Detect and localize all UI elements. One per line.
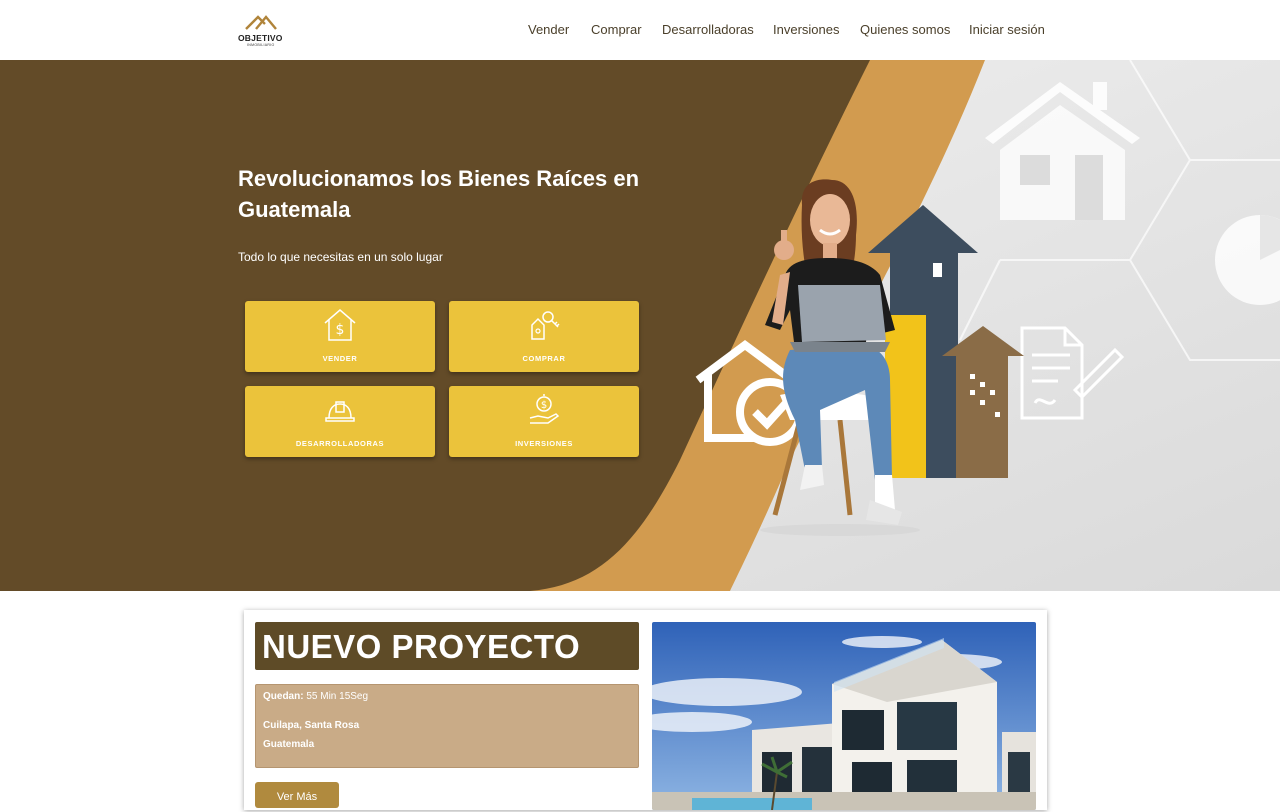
nav-item-comprar[interactable]: Comprar	[591, 22, 642, 37]
card-comprar[interactable]: COMPRAR	[449, 301, 639, 372]
house-check-icon	[695, 340, 804, 446]
nav-item-inversiones[interactable]: Inversiones	[773, 22, 839, 37]
card-label: VENDER	[322, 354, 358, 363]
card-label: COMPRAR	[522, 354, 566, 363]
svg-text:$: $	[336, 322, 345, 338]
document-sign-icon	[1020, 326, 1125, 420]
nav-item-desarrolladoras[interactable]: Desarrolladoras	[662, 22, 754, 37]
card-desarrolladoras[interactable]: DESARROLLADORAS	[245, 386, 435, 457]
project-info-box: Quedan: 55 Min 15Seg Cuilapa, Santa Rosa…	[255, 684, 639, 768]
house-dollar-icon: $	[324, 309, 356, 341]
hero-title: Revolucionamos los Bienes Raíces en Guat…	[238, 166, 640, 222]
card-vender[interactable]: $ VENDER	[245, 301, 435, 372]
svg-text:$: $	[541, 400, 547, 411]
site-header: OBJETIVO INMOBILIARIO Vender Comprar Des…	[0, 0, 1280, 60]
house-key-icon	[531, 311, 560, 340]
countdown-row: Quedan: 55 Min 15Seg	[263, 691, 368, 702]
project-title-box: NUEVO PROYECTO	[255, 622, 639, 670]
nav-item-iniciar-sesion[interactable]: Iniciar sesión	[969, 22, 1045, 37]
modern-house-photo	[652, 622, 1036, 810]
nav-item-vender[interactable]: Vender	[528, 22, 569, 37]
card-label: DESARROLLADORAS	[295, 439, 385, 448]
project-photo	[652, 622, 1036, 810]
nav-item-quienes-somos[interactable]: Quienes somos	[860, 22, 950, 37]
hero-subtitle: Todo lo que necesitas en un solo lugar	[238, 250, 443, 264]
project-card: NUEVO PROYECTO Quedan: 55 Min 15Seg Cuil…	[244, 610, 1047, 810]
card-label: INVERSIONES	[515, 439, 573, 448]
hand-coin-icon: $	[529, 394, 560, 424]
brand-tagline: INMOBILIARIO	[247, 43, 275, 47]
hero-illustration	[695, 179, 1125, 536]
ver-mas-button[interactable]: Ver Más	[255, 782, 339, 808]
hard-hat-icon	[325, 401, 355, 422]
countdown-value: 55 Min 15Seg	[306, 691, 369, 702]
location-line-2: Guatemala	[263, 739, 315, 750]
location-line-1: Cuilapa, Santa Rosa	[263, 720, 360, 731]
countdown-label: Quedan:	[263, 691, 304, 702]
main-nav: Vender Comprar Desarrolladoras Inversion…	[0, 22, 1280, 40]
card-inversiones[interactable]: $ INVERSIONES	[449, 386, 639, 457]
hero-section: Revolucionamos los Bienes Raíces en Guat…	[0, 60, 1280, 591]
project-heading: NUEVO PROYECTO	[262, 628, 581, 665]
